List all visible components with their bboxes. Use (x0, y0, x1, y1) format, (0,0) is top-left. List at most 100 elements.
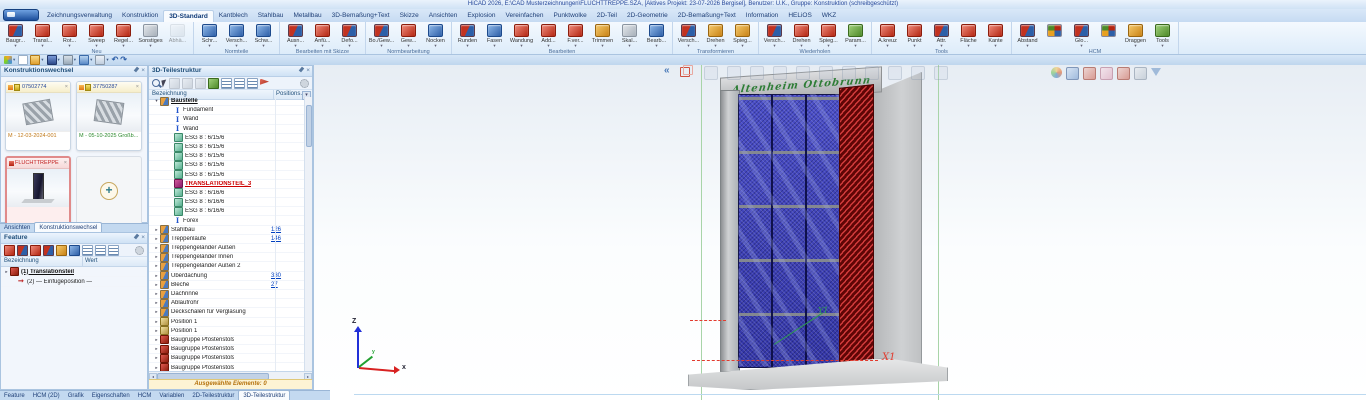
tree-item-position-link[interactable]: 27 (271, 282, 305, 288)
close-icon[interactable]: × (306, 67, 310, 74)
tab-2d-geometrie[interactable]: 2D-Geometrie (622, 10, 673, 22)
view-tool-icon[interactable] (773, 66, 787, 80)
feature-clone-icon[interactable] (43, 245, 54, 256)
view-tool-icon[interactable] (865, 66, 879, 80)
tree-row[interactable]: ESG 8 : 6/15/6 (149, 143, 305, 152)
tree-row[interactable]: ▸ Treppenläufe 146 (149, 235, 305, 244)
search-icon[interactable] (152, 79, 160, 87)
ribbon-button[interactable]: Schw... ▾ (250, 23, 277, 48)
ribbon-button[interactable]: Drehen ▾ (702, 23, 729, 48)
feature-param-icon[interactable] (69, 245, 80, 256)
ribbon-button[interactable]: Runden ▾ (454, 23, 481, 48)
ribbon-button[interactable]: Abstand ▾ (1014, 23, 1041, 48)
tree-row[interactable]: ▸ Deckschalen für Verglasung (149, 308, 305, 317)
column-wert[interactable]: Wert (82, 257, 147, 266)
ribbon-button[interactable]: Versch... ▾ (223, 23, 250, 48)
add-drawing-card[interactable]: + (76, 156, 142, 226)
chevron-down-icon[interactable]: ▾ (90, 57, 92, 63)
ribbon-button[interactable]: Attr. ▾ (928, 23, 955, 48)
sync-selection-icon[interactable] (247, 78, 258, 89)
ribbon-button[interactable]: Sweep ▾ (83, 23, 110, 48)
cut-icon[interactable] (169, 78, 180, 89)
view-tool-icon[interactable] (934, 66, 948, 80)
feature-folder-icon[interactable] (56, 245, 67, 256)
view-tool-icon[interactable] (819, 66, 833, 80)
copy-icon[interactable] (182, 78, 193, 89)
tree-row[interactable]: ESG 8 : 6/15/6 (149, 161, 305, 170)
column-divider[interactable] (275, 97, 276, 372)
bottom-tab-2d-teilestruktur[interactable]: 2D-Teilestruktur (188, 391, 238, 400)
chevron-down-icon[interactable]: ▾ (58, 57, 60, 63)
quick-access-button[interactable]: ↷ ▾ (119, 56, 128, 64)
tab-konstruktion[interactable]: Konstruktion (117, 10, 163, 22)
view-tool-icon[interactable] (888, 66, 902, 80)
quick-access-button[interactable]: ▾ (46, 55, 62, 65)
pin-icon[interactable] (134, 234, 140, 240)
ribbon-button[interactable]: Ausn... ▾ (282, 23, 309, 48)
tree-row[interactable]: I Wand (149, 125, 305, 134)
ribbon-button[interactable]: Skal... ▾ (616, 23, 643, 48)
feature-row[interactable]: ➞ (2) — Einfügeposition — (1, 277, 147, 287)
quick-access-button[interactable]: ▾ (78, 55, 94, 65)
ribbon-button[interactable]: Bo./Gew... ▾ (368, 23, 395, 48)
ribbon-button[interactable]: Defo... ▾ (336, 23, 363, 48)
feature-list2-icon[interactable] (95, 245, 106, 256)
gear-icon[interactable] (300, 79, 309, 88)
tab-skizze[interactable]: Skizze (395, 10, 424, 22)
tab-ansichten[interactable]: Ansichten (424, 10, 463, 22)
chevron-down-icon[interactable]: ▾ (41, 57, 43, 63)
tree-item-position-link[interactable]: 126 (271, 227, 305, 233)
ribbon-button[interactable]: Drehen ▾ (788, 23, 815, 48)
tab-vereinfachen[interactable]: Vereinfachen (501, 10, 549, 22)
tree-row[interactable]: ▸ Treppengeländer Außen 2 (149, 262, 305, 271)
ribbon-button[interactable]: Versch... ▾ (761, 23, 788, 48)
quick-access-button[interactable]: ▾ (62, 55, 78, 65)
filter-icon[interactable] (1151, 68, 1161, 76)
feature-edit-icon[interactable] (17, 245, 28, 256)
ribbon-button[interactable]: Versch... ▾ (675, 23, 702, 48)
close-icon[interactable]: × (136, 84, 139, 90)
tree-row[interactable]: I Fundament (149, 106, 305, 115)
tree-expander[interactable]: ▾ (153, 98, 160, 104)
collapse-all-icon[interactable] (221, 78, 232, 89)
collapse-panel-control[interactable]: « (664, 65, 670, 76)
tree-expander[interactable]: ▸ (153, 337, 160, 343)
pointer-icon[interactable] (161, 79, 167, 87)
link-view-tool-icon[interactable] (704, 66, 718, 80)
quick-access-button[interactable]: ↶ ▾ (111, 56, 120, 64)
tree-row[interactable]: ▸ Überdachung 330 (149, 272, 305, 281)
ribbon-button[interactable]: Transl... ▾ (29, 23, 56, 48)
tree-expander[interactable]: ▸ (153, 245, 160, 251)
ribbon-button[interactable]: Schr... ▾ (196, 23, 223, 48)
tree-expander[interactable]: ▸ (153, 328, 160, 334)
ribbon-button[interactable]: ▾ (1095, 23, 1122, 48)
chevron-down-icon[interactable]: ▾ (13, 57, 15, 63)
tree-row[interactable]: ▸ Bleche 27 (149, 281, 305, 290)
tree-expander[interactable]: ▸ (153, 273, 160, 279)
bottom-tab-hcm-2d[interactable]: HCM (2D) (29, 391, 64, 400)
ribbon-button[interactable]: Regel... ▾ (110, 23, 137, 48)
bottom-tab-hcm[interactable]: HCM (134, 391, 156, 400)
hidden-line-cube-icon[interactable] (1100, 67, 1113, 80)
tree-expander[interactable]: ▸ (153, 282, 160, 288)
drawing-card[interactable]: 37750287 × M - 05-10-2025 Großb... (76, 81, 142, 151)
close-icon[interactable]: × (65, 84, 68, 90)
tree-row[interactable]: I Wand (149, 115, 305, 124)
view-tool-icon[interactable] (750, 66, 764, 80)
quick-access-button[interactable]: ▾ (3, 56, 17, 64)
drawing-thumbnail[interactable] (77, 93, 141, 131)
feature-delete-icon[interactable] (4, 245, 15, 256)
tree-expander[interactable]: ▸ (153, 346, 160, 352)
tree-row[interactable]: ▸ Stahlbau 126 (149, 226, 305, 235)
feature-list3-icon[interactable] (108, 245, 119, 256)
tree-expander[interactable]: ▸ (153, 319, 160, 325)
tree-expander[interactable]: ▸ (153, 227, 160, 233)
ribbon-button[interactable]: Spieg... ▾ (815, 23, 842, 48)
ribbon-button[interactable]: Kante ▾ (982, 23, 1009, 48)
refresh-icon[interactable] (208, 78, 219, 89)
pin-icon[interactable] (134, 67, 140, 73)
ribbon-button[interactable]: Fläche ▾ (955, 23, 982, 48)
ribbon-button[interactable]: Gew... ▾ (395, 23, 422, 48)
glass-cube-view-icon[interactable] (1066, 67, 1079, 80)
section-cube-icon[interactable] (1117, 67, 1130, 80)
